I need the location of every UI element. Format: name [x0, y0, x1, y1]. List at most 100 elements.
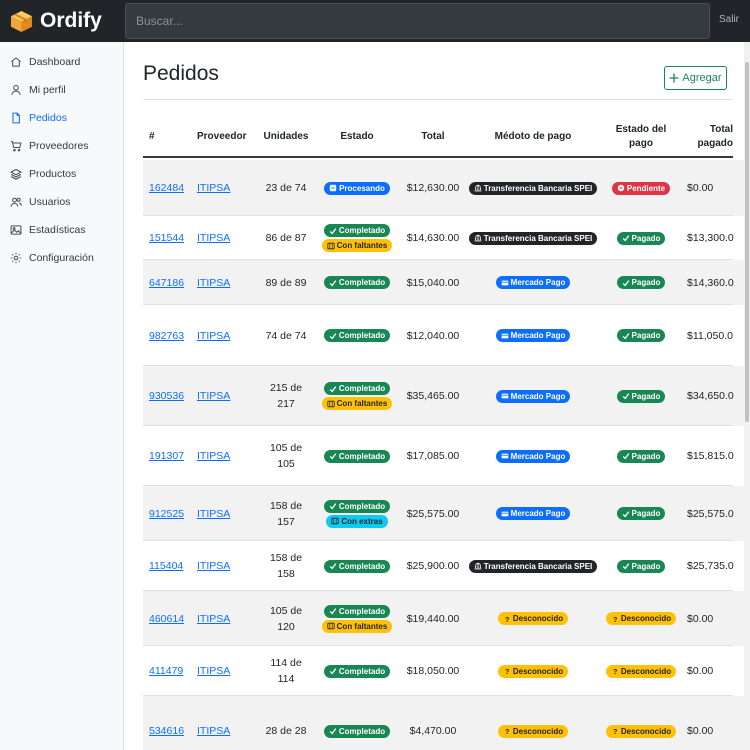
units-cell: 105 de 120	[258, 591, 314, 646]
minus-circle-icon	[617, 184, 625, 192]
supplier-link[interactable]: ITIPSA	[197, 390, 247, 402]
units-text: 89 de 89	[265, 276, 307, 289]
order-link[interactable]: 982763	[149, 330, 193, 342]
units-cell: 86 de 87	[258, 216, 314, 260]
sidebar-item-label: Productos	[29, 168, 77, 180]
box-logo-icon	[10, 10, 33, 32]
supplier-link[interactable]: ITIPSA	[197, 232, 247, 244]
units-text: 120	[277, 620, 295, 633]
badge-label: Completado	[338, 226, 386, 235]
order-link[interactable]: 411479	[149, 665, 193, 677]
units-text: 158 de	[269, 552, 303, 564]
supplier-link[interactable]: ITIPSA	[197, 613, 247, 625]
badge-label: Pagado	[631, 509, 661, 518]
logout-button[interactable]: Salir	[719, 14, 739, 25]
cart-icon	[10, 140, 22, 152]
search-input[interactable]	[125, 3, 710, 39]
status-badge: Completado	[323, 276, 391, 289]
order-link[interactable]: 930536	[149, 390, 193, 402]
sidebar-item-products[interactable]: Productos	[0, 163, 123, 185]
status-badge: Pagado	[616, 389, 666, 403]
status-badge: Pagado	[616, 559, 666, 573]
supplier-link[interactable]: ITIPSA	[197, 725, 247, 737]
card-icon	[501, 511, 509, 516]
status-badge: Completado	[323, 604, 391, 618]
status-badge: Con faltantes	[321, 397, 393, 410]
box-icon	[331, 517, 339, 525]
order-link[interactable]: 647186	[149, 277, 193, 289]
svg-text:?: ?	[505, 727, 509, 735]
status-badge: Pagado	[616, 231, 666, 245]
supplier-link[interactable]: ITIPSA	[197, 450, 247, 462]
payment-method-cell: Transferencia Bancaria SPEI	[467, 216, 599, 260]
box-icon	[327, 242, 335, 249]
users-icon	[10, 197, 22, 207]
payment-status-cell: ? Desconocido	[605, 591, 677, 646]
order-link[interactable]: 191307	[149, 450, 193, 462]
table-row: 151544 ITIPSA 86 de 87 Completado Con faltan…	[143, 216, 750, 260]
check-icon	[622, 453, 629, 460]
table-row: 930536 ITIPSA 215 de 217 Completado Con falta…	[143, 366, 750, 426]
supplier-link[interactable]: ITIPSA	[197, 182, 247, 194]
sidebar-item-dashboard[interactable]: Dashboard	[0, 51, 123, 73]
badge-label: Pagado	[631, 278, 661, 287]
supplier-link[interactable]: ITIPSA	[197, 508, 247, 520]
col-header-num[interactable]: #	[149, 116, 169, 158]
col-header-payment-status[interactable]: Estado del pago	[605, 116, 677, 158]
scrollbar[interactable]	[744, 42, 750, 750]
col-header-payment-method[interactable]: Médoto de pago	[467, 116, 599, 158]
sidebar-item-suppliers[interactable]: Proveedores	[0, 135, 123, 157]
badge-label: Pendiente	[626, 183, 666, 193]
sidebar-item-profile[interactable]: Mi perfil	[0, 79, 123, 101]
supplier-link[interactable]: ITIPSA	[197, 560, 247, 572]
badge-label: Procesando	[339, 183, 385, 193]
units-text: 157	[277, 515, 295, 528]
badge-label: Desconocido	[512, 666, 564, 676]
col-header-total-paid[interactable]: Total pagado	[683, 116, 733, 158]
status-badge: Mercado Pago	[495, 507, 571, 520]
add-order-button[interactable]: Agregar	[664, 66, 727, 90]
sidebar-item-users[interactable]: Usuarios	[0, 191, 123, 213]
sidebar-item-label: Mi perfil	[29, 84, 66, 96]
order-link[interactable]: 151544	[149, 232, 193, 244]
bank-icon	[474, 562, 482, 570]
order-link[interactable]: 460614	[149, 613, 193, 625]
sidebar-item-orders[interactable]: Pedidos	[0, 107, 123, 129]
order-link[interactable]: 534616	[149, 725, 193, 737]
check-icon	[329, 503, 337, 510]
status-cell: Completado	[321, 305, 393, 366]
payment-method-cell: Transferencia Bancaria SPEI	[467, 160, 599, 216]
supplier-link[interactable]: ITIPSA	[197, 665, 247, 677]
sidebar-item-label: Estadísticas	[29, 224, 86, 236]
status-cell: Completado Con extras	[321, 486, 393, 541]
col-header-units[interactable]: Unidades	[258, 116, 314, 158]
order-link[interactable]: 115404	[149, 560, 193, 572]
col-header-supplier[interactable]: Proveedor	[197, 116, 261, 158]
brand[interactable]: Ordify	[10, 8, 102, 34]
units-text: 74 de 74	[265, 329, 307, 342]
status-badge: Completado	[323, 329, 391, 342]
supplier-link[interactable]: ITIPSA	[197, 277, 247, 289]
badge-label: Mercado Pago	[510, 331, 566, 340]
supplier-link[interactable]: ITIPSA	[197, 330, 247, 342]
bank-icon	[474, 234, 482, 242]
scrollbar-thumb[interactable]	[745, 62, 749, 422]
box-icon	[327, 400, 335, 407]
table-header: # Proveedor Unidades Estado Total Médoto…	[143, 116, 733, 158]
status-badge: Con extras	[326, 514, 388, 528]
order-link[interactable]: 162484	[149, 182, 193, 194]
col-header-total[interactable]: Total	[402, 116, 464, 158]
sidebar-item-stats[interactable]: Estadísticas	[0, 219, 123, 241]
col-header-status[interactable]: Estado	[321, 116, 393, 158]
check-icon	[622, 393, 629, 400]
order-link[interactable]: 912525	[149, 508, 193, 520]
check-icon	[622, 563, 629, 570]
status-badge: Transferencia Bancaria SPEI	[468, 231, 598, 245]
total-value: $18,050.00	[406, 665, 460, 677]
status-badge: Completado	[323, 224, 391, 237]
file-icon	[12, 112, 20, 124]
total-paid-value: $34,650.0	[687, 390, 734, 402]
payment-status-cell: Pagado	[605, 486, 677, 541]
check-icon	[622, 510, 629, 517]
sidebar-item-settings[interactable]: Configuración	[0, 247, 123, 269]
